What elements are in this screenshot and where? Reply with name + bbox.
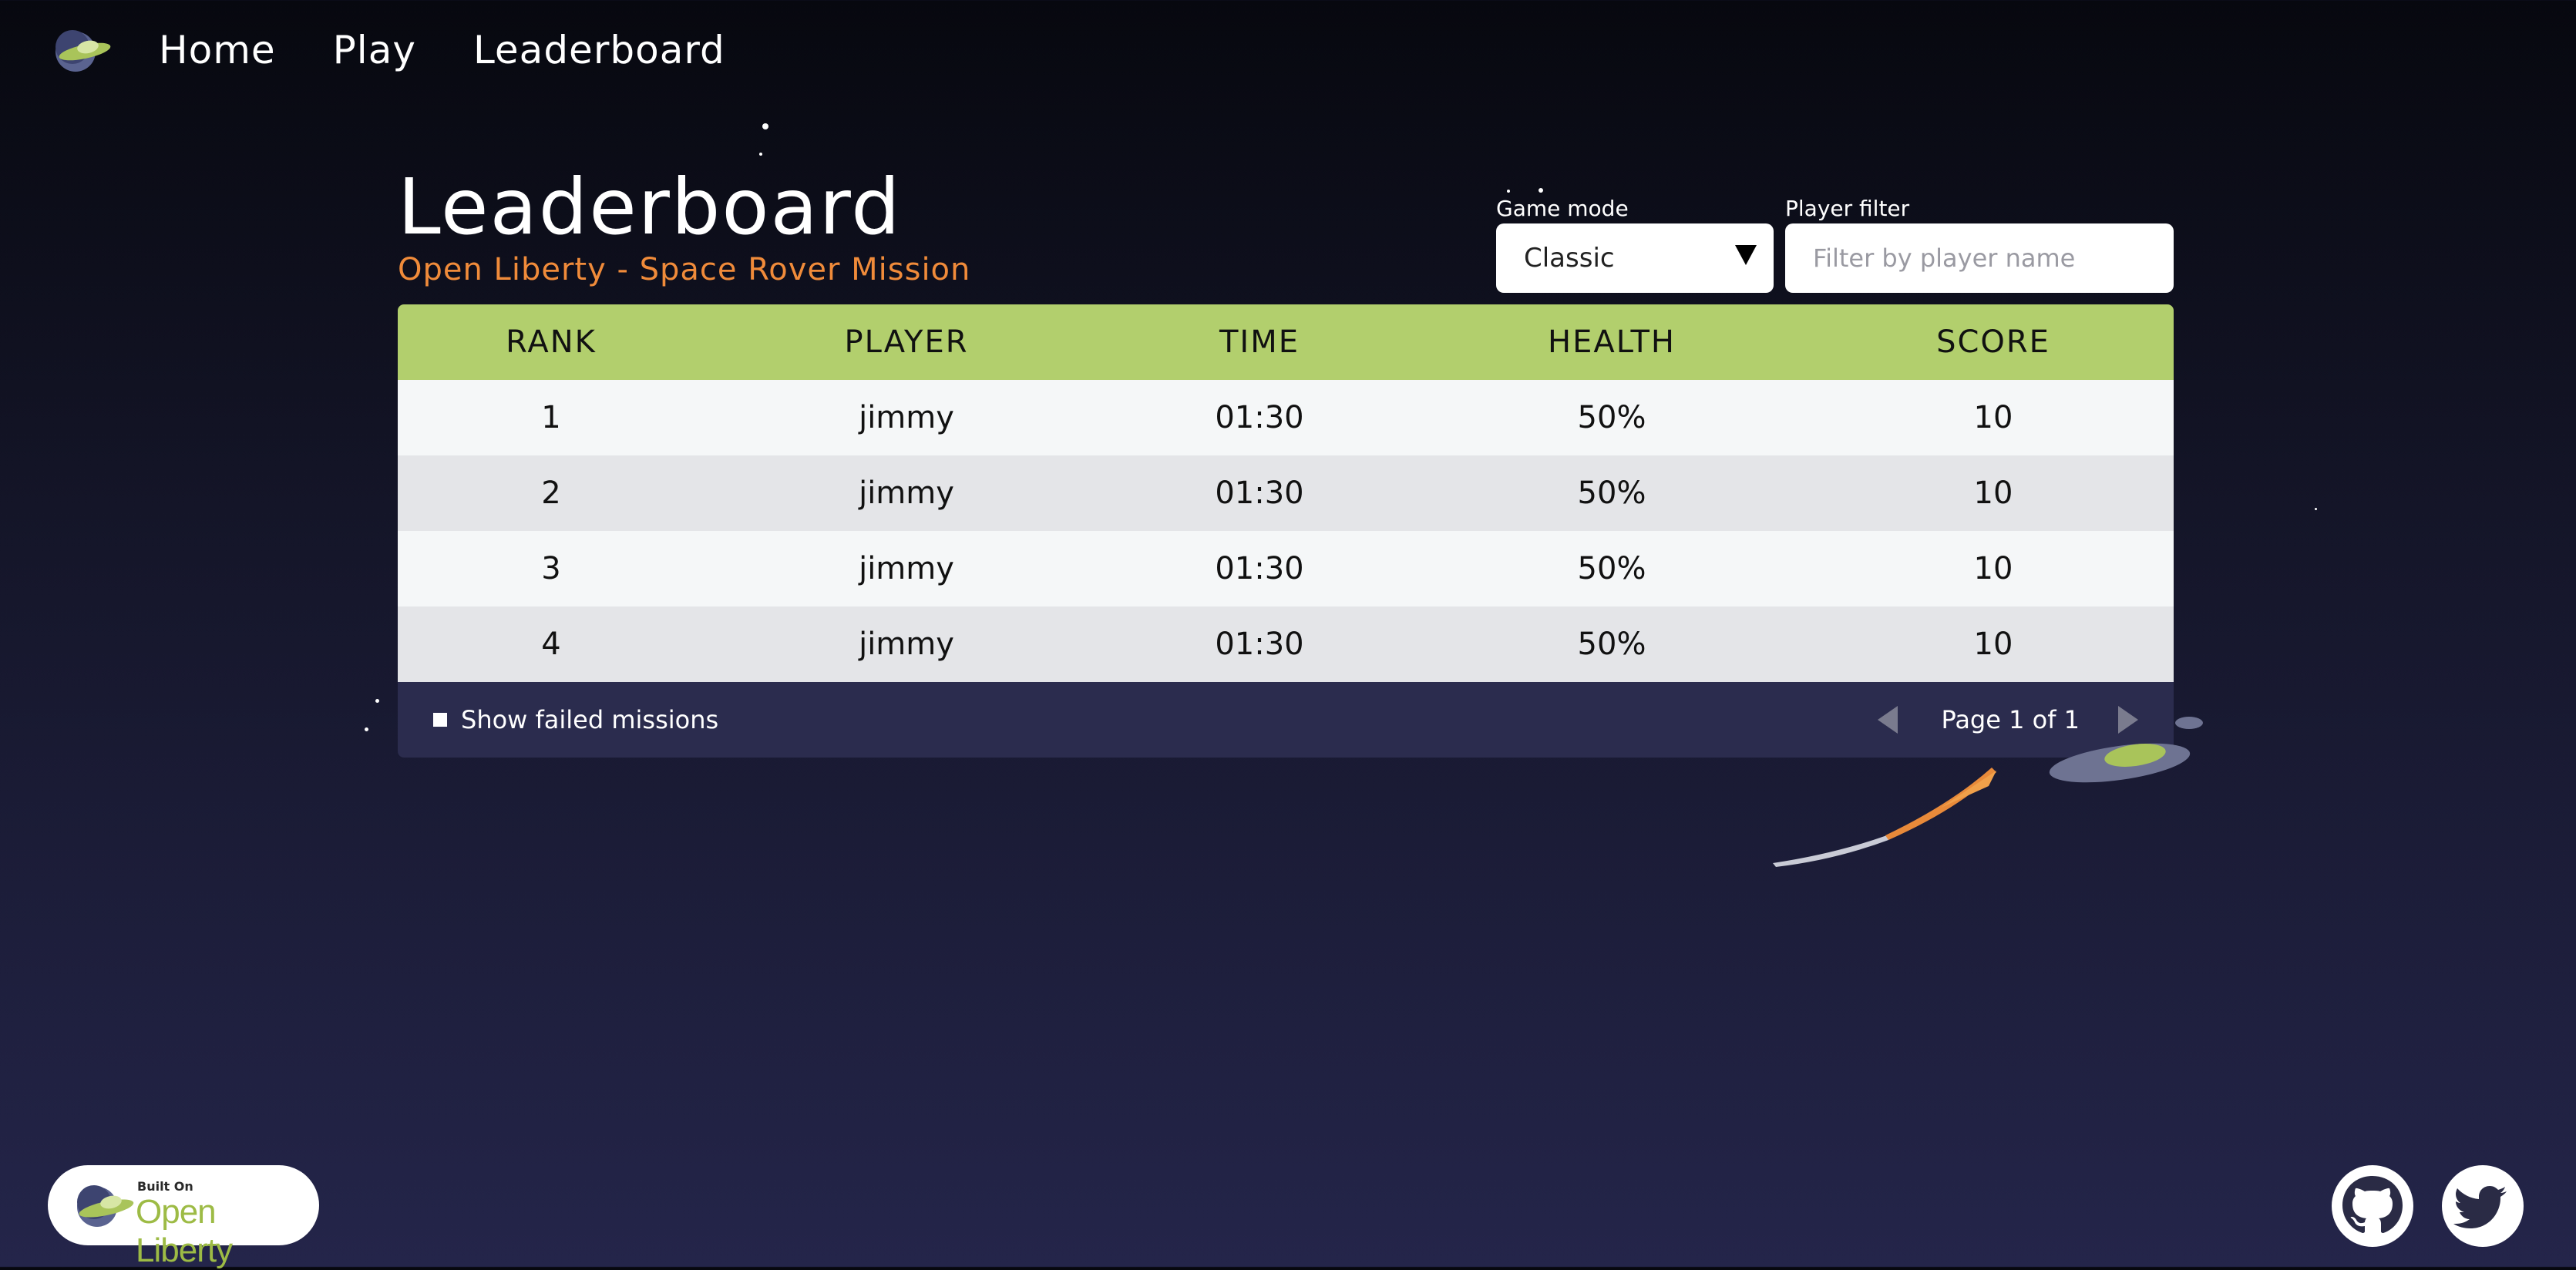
built-on-open-liberty-badge[interactable]: Built On Open Liberty — [48, 1165, 319, 1269]
score-cell: 10 — [1973, 551, 2013, 586]
score-cell: 10 — [1973, 400, 2013, 435]
column-header-player[interactable]: PLAYER — [705, 324, 1108, 360]
twitter-icon — [2453, 1186, 2507, 1228]
column-header-score[interactable]: SCORE — [1813, 324, 2174, 360]
player-cell: jimmy — [859, 475, 954, 511]
player-cell: jimmy — [859, 627, 954, 662]
top-nav: Home Play Leaderboard — [46, 23, 782, 77]
score-cell: 10 — [1973, 627, 2013, 662]
nav-leaderboard-link[interactable]: Leaderboard — [473, 28, 725, 72]
column-header-health[interactable]: HEALTH — [1411, 324, 1813, 360]
health-cell: 50% — [1577, 400, 1646, 435]
player-cell: jimmy — [859, 400, 954, 435]
star — [762, 123, 768, 129]
star — [759, 153, 762, 156]
twitter-link[interactable] — [2442, 1165, 2524, 1247]
table-row: 1 jimmy 01:30 50% 10 — [398, 380, 2174, 455]
rank-cell: 1 — [541, 400, 561, 435]
table-header: RANK PLAYER TIME HEALTH SCORE — [398, 304, 2174, 380]
table-row: 4 jimmy 01:30 50% 10 — [398, 606, 2174, 682]
built-on-text: Built On — [137, 1179, 193, 1194]
time-cell: 01:30 — [1215, 551, 1304, 586]
health-cell: 50% — [1577, 551, 1646, 586]
star — [365, 727, 368, 731]
health-cell: 50% — [1577, 475, 1646, 511]
page-subtitle: Open Liberty - Space Rover Mission — [398, 252, 971, 287]
page-title: Leaderboard — [398, 162, 902, 252]
leaderboard-table: RANK PLAYER TIME HEALTH SCORE 1 jimmy 01… — [398, 304, 2174, 758]
table-row: 3 jimmy 01:30 50% 10 — [398, 531, 2174, 606]
star — [1507, 190, 1510, 193]
time-cell: 01:30 — [1215, 627, 1304, 662]
github-link[interactable] — [2332, 1165, 2413, 1247]
show-failed-checkbox[interactable] — [433, 713, 447, 727]
open-liberty-text: Open Liberty — [136, 1193, 233, 1269]
star — [2315, 508, 2317, 510]
ufo-logo-icon — [77, 1185, 134, 1227]
time-cell: 01:30 — [1215, 400, 1304, 435]
health-cell: 50% — [1577, 627, 1646, 662]
star — [1539, 188, 1543, 193]
column-header-time[interactable]: TIME — [1108, 324, 1411, 360]
score-cell: 10 — [1973, 475, 2013, 511]
rank-cell: 2 — [541, 475, 561, 511]
game-mode-select[interactable]: Classic — [1496, 223, 1774, 293]
nav-play-link[interactable]: Play — [333, 28, 416, 72]
star — [375, 699, 379, 703]
game-mode-value: Classic — [1524, 243, 1615, 274]
show-failed-label[interactable]: Show failed missions — [461, 705, 718, 734]
player-filter-label: Player filter — [1785, 196, 1910, 221]
time-cell: 01:30 — [1215, 475, 1304, 511]
dropdown-arrow-icon — [1735, 245, 1757, 265]
rank-cell: 3 — [541, 551, 561, 586]
table-row: 2 jimmy 01:30 50% 10 — [398, 455, 2174, 531]
player-filter-input[interactable] — [1785, 223, 2174, 293]
player-cell: jimmy — [859, 551, 954, 586]
game-mode-label: Game mode — [1496, 196, 1629, 221]
github-icon — [2342, 1176, 2403, 1233]
spaceship-illustration — [1773, 717, 2203, 867]
ufo-logo-icon[interactable] — [46, 25, 113, 75]
nav-home-link[interactable]: Home — [159, 28, 276, 72]
column-header-rank[interactable]: RANK — [398, 324, 705, 360]
rank-cell: 4 — [541, 627, 561, 662]
